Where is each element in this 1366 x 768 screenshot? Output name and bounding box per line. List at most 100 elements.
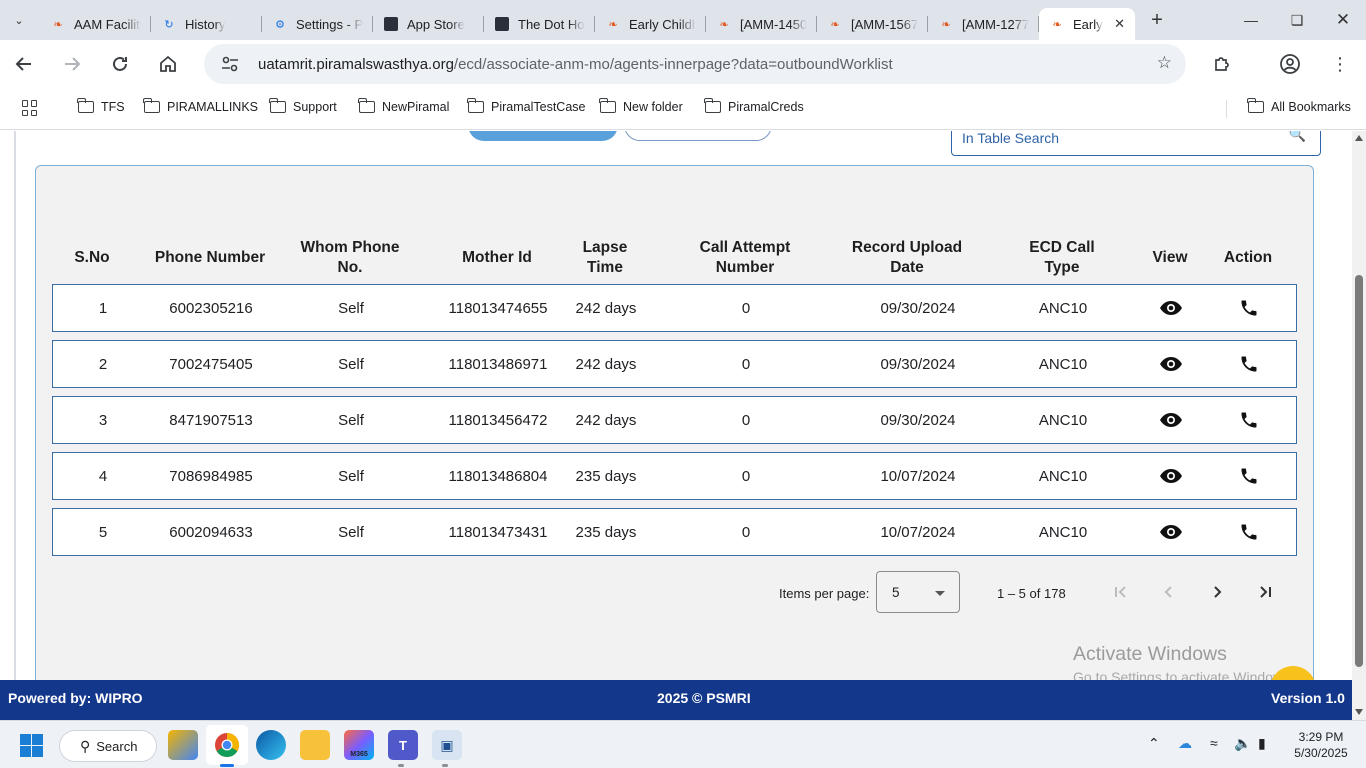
cell-upload: 09/30/2024: [880, 411, 956, 429]
onedrive-icon[interactable]: ☁: [1178, 735, 1192, 752]
header-sno[interactable]: S.No: [52, 228, 132, 288]
leaf-icon: ❧: [941, 18, 951, 31]
home-button[interactable]: [152, 48, 184, 80]
header-phone-number[interactable]: Phone Number: [152, 228, 268, 288]
header-ecd-call-type[interactable]: ECD Call Type: [1022, 228, 1102, 288]
phone-icon[interactable]: [1219, 397, 1279, 443]
phone-icon[interactable]: [1219, 453, 1279, 499]
browser-tab-3[interactable]: ⚙ Settings - P: [262, 8, 373, 40]
first-page-button[interactable]: [1107, 578, 1135, 606]
taskbar-edge[interactable]: [256, 730, 286, 760]
taskbar-search[interactable]: ⚲ Search: [59, 730, 157, 762]
bookmark-folder[interactable]: PiramalTestCase: [467, 98, 585, 114]
folder-icon: [467, 98, 484, 113]
folder-icon: [599, 98, 616, 113]
bookmark-folder[interactable]: Support: [269, 98, 337, 114]
browser-tab-8[interactable]: ❧ [AMM-1567: [817, 8, 928, 40]
next-page-button[interactable]: [1203, 578, 1231, 606]
taskbar-m365[interactable]: M365: [344, 730, 374, 760]
header-mother-id[interactable]: Mother Id: [432, 228, 562, 288]
leaf-icon: ❧: [608, 18, 618, 31]
home-icon: [160, 55, 176, 72]
phone-icon[interactable]: [1219, 285, 1279, 331]
header-call-attempt[interactable]: Call Attempt Number: [682, 228, 808, 288]
bookmark-folder[interactable]: New folder: [599, 98, 683, 114]
scrollbar-thumb[interactable]: [1355, 275, 1363, 667]
eye-icon[interactable]: [1143, 341, 1199, 387]
header-lapse-time[interactable]: Lapse Time: [574, 228, 636, 288]
restore-button[interactable]: ❏: [1274, 0, 1320, 40]
apps-grid-icon[interactable]: [22, 100, 38, 116]
last-page-button[interactable]: [1251, 578, 1279, 606]
forward-button[interactable]: [56, 48, 88, 80]
taskbar-widgets[interactable]: [168, 730, 198, 760]
minimize-button[interactable]: —: [1228, 0, 1274, 40]
leaf-icon: ❧: [53, 18, 63, 31]
browser-tab-6[interactable]: ❧ Early Childh: [595, 8, 706, 40]
paginator: Items per page: 5 1 – 5 of 178: [36, 570, 1315, 614]
eye-icon[interactable]: [1143, 453, 1199, 499]
phone-icon[interactable]: [1219, 509, 1279, 555]
battery-icon[interactable]: ▮: [1258, 735, 1266, 752]
wifi-icon[interactable]: ≈: [1210, 735, 1218, 751]
bookmark-folder[interactable]: PIRAMALLINKS: [143, 98, 258, 114]
site-info-icon[interactable]: [218, 52, 242, 76]
search-icon[interactable]: 🔍: [1289, 131, 1306, 143]
scroll-down-icon[interactable]: [1355, 709, 1363, 715]
taskbar-teams[interactable]: T: [388, 730, 418, 760]
phone-icon[interactable]: [1219, 341, 1279, 387]
all-bookmarks-button[interactable]: All Bookmarks: [1247, 98, 1351, 114]
filter-button-primary[interactable]: [468, 131, 618, 141]
header-record-upload-date[interactable]: Record Upload Date: [842, 228, 972, 288]
tray-chevron-up-icon[interactable]: ⌃: [1148, 735, 1160, 752]
close-tab-icon[interactable]: ✕: [1114, 16, 1125, 32]
extensions-button[interactable]: [1206, 48, 1238, 80]
cell-sno: 2: [98, 355, 108, 373]
reload-button[interactable]: [104, 48, 136, 80]
eye-icon[interactable]: [1143, 509, 1199, 555]
taskbar-chrome[interactable]: [212, 730, 242, 760]
windows-logo-icon: [20, 734, 31, 745]
tab-title: [AMM-1277: [962, 16, 1029, 32]
url-text[interactable]: uatamrit.piramalswasthya.org/ecd/associa…: [258, 56, 893, 73]
site-footer: Powered by: WIPRO 2025 © PSMRI Version 1…: [0, 680, 1352, 720]
bookmark-label: Support: [293, 100, 337, 114]
bookmark-folder[interactable]: TFS: [77, 98, 125, 114]
all-bookmarks-label: All Bookmarks: [1271, 100, 1351, 114]
profile-button[interactable]: [1274, 48, 1306, 80]
cell-sno: 4: [98, 467, 108, 485]
header-whom-phone[interactable]: Whom Phone No.: [292, 228, 408, 288]
browser-tab-7[interactable]: ❧ [AMM-1450: [706, 8, 817, 40]
bookmark-star-icon[interactable]: ☆: [1157, 53, 1172, 73]
browser-tab-10[interactable]: ❧ Early ✕: [1039, 8, 1135, 40]
browser-tab-2[interactable]: ↻ History: [151, 8, 262, 40]
browser-tab-9[interactable]: ❧ [AMM-1277: [928, 8, 1039, 40]
browser-tab-1[interactable]: ❧ AAM Facility: [40, 8, 151, 40]
page-scrollbar[interactable]: [1352, 131, 1366, 720]
browser-tab-4[interactable]: App Store: [373, 8, 484, 40]
browser-tab-5[interactable]: The Dot Hor: [484, 8, 595, 40]
previous-page-button[interactable]: [1155, 578, 1183, 606]
filter-button-secondary[interactable]: [624, 131, 772, 141]
items-per-page-select[interactable]: 5: [876, 571, 960, 613]
menu-button[interactable]: ⋮: [1324, 48, 1356, 80]
taskbar-clock[interactable]: 3:29 PM 5/30/2025: [1291, 729, 1351, 761]
close-window-button[interactable]: ✕: [1320, 0, 1366, 40]
taskbar-file-explorer[interactable]: [300, 730, 330, 760]
bookmark-folder[interactable]: NewPiramal: [358, 98, 449, 114]
eye-icon[interactable]: [1143, 397, 1199, 443]
back-button[interactable]: [8, 48, 40, 80]
new-tab-button[interactable]: +: [1143, 6, 1171, 34]
arrow-left-icon: [15, 57, 31, 71]
eye-icon[interactable]: [1143, 285, 1199, 331]
tab-search-button[interactable]: ⌄: [6, 7, 32, 33]
bookmark-folder[interactable]: PiramalCreds: [704, 98, 804, 114]
volume-icon[interactable]: 🔈: [1234, 735, 1251, 752]
start-button[interactable]: [20, 734, 43, 757]
scroll-up-icon[interactable]: [1355, 135, 1363, 141]
table-search-input[interactable]: [962, 131, 1282, 146]
cell-mother: 118013473431: [448, 523, 548, 541]
taskbar-remote-app[interactable]: ▣: [432, 730, 462, 760]
address-bar[interactable]: uatamrit.piramalswasthya.org/ecd/associa…: [204, 44, 1186, 84]
activate-windows-title: Activate Windows: [1073, 643, 1227, 665]
